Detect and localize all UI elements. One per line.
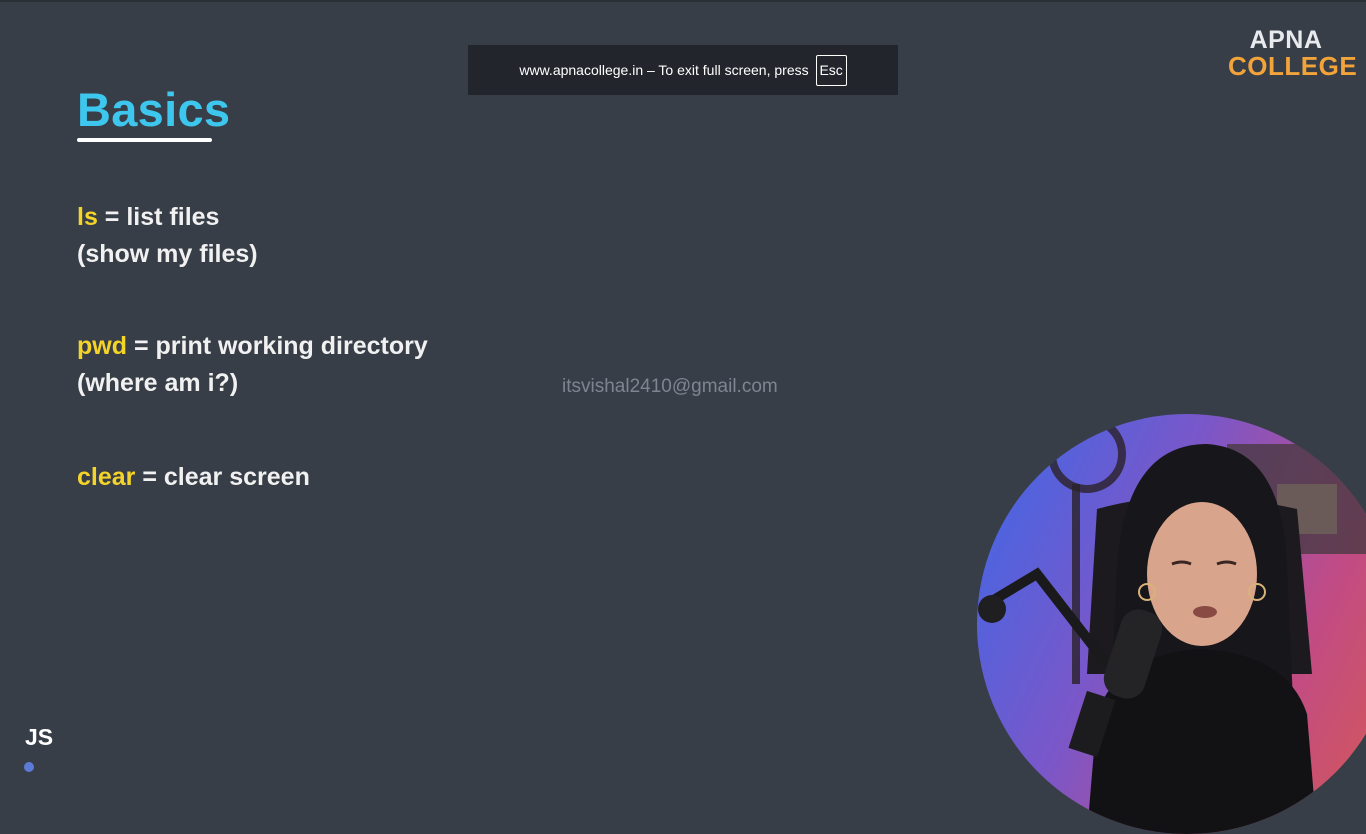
- apna-college-logo: APNA COLLEGE: [1228, 26, 1358, 81]
- ls-separator: =: [97, 203, 127, 231]
- pwd-separator: =: [127, 332, 156, 360]
- clear-command: clear: [77, 463, 136, 491]
- js-corner-tag: JS: [25, 724, 54, 750]
- pwd-line: pwd = print working directory: [77, 332, 428, 361]
- logo-line-2: COLLEGE: [1228, 51, 1358, 81]
- clear-description: clear screen: [163, 463, 310, 491]
- fullscreen-notice: www.apnacollege.in – To exit full screen…: [468, 45, 898, 95]
- slide-title: Basics: [77, 83, 231, 136]
- ls-description: list files: [126, 203, 220, 231]
- presenter-video-frame: [978, 415, 1366, 834]
- ls-command: ls: [77, 203, 98, 231]
- progress-dot: [24, 762, 34, 772]
- ls-line: ls = list files: [77, 203, 219, 232]
- logo-line-1: APNA: [1249, 26, 1323, 54]
- esc-key-hint: Esc: [815, 54, 847, 86]
- email-watermark: itsvishal2410@gmail.com: [562, 376, 778, 397]
- webcam-bubble: [977, 414, 1366, 834]
- title-underline: [77, 138, 212, 142]
- ls-note: (show my files): [77, 240, 258, 268]
- pwd-description: print working directory: [155, 332, 428, 360]
- pwd-command: pwd: [77, 332, 127, 360]
- clear-line: clear = clear screen: [77, 463, 310, 492]
- clear-separator: =: [135, 463, 164, 491]
- fullscreen-notice-message: www.apnacollege.in – To exit full screen…: [519, 62, 809, 78]
- pwd-note: (where am i?): [77, 369, 239, 397]
- top-edge: [0, 0, 1366, 2]
